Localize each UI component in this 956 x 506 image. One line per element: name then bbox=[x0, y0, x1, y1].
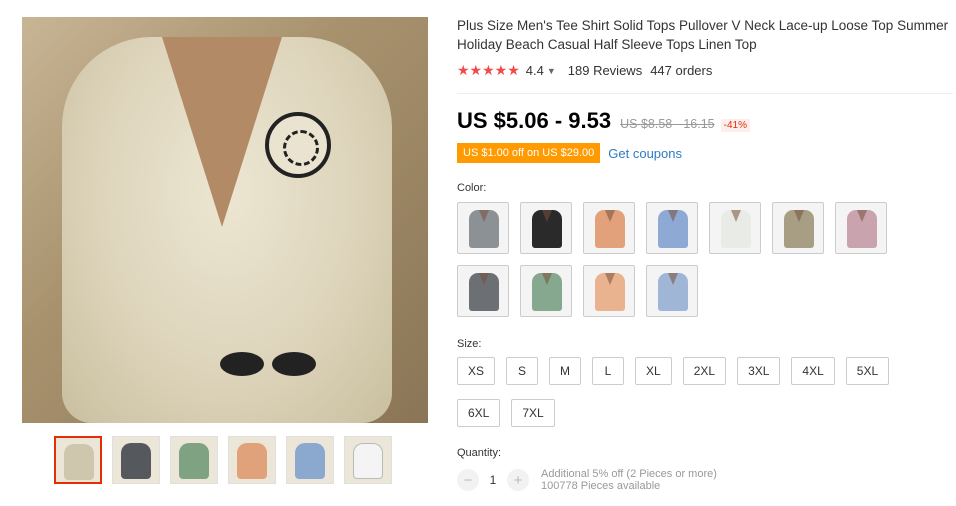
color-option-orange[interactable] bbox=[583, 202, 635, 254]
shirt-icon bbox=[469, 273, 499, 311]
shirt-icon bbox=[237, 443, 267, 479]
rating-stars-icon: ★★★★★ bbox=[457, 62, 520, 78]
bulk-discount-note: Additional 5% off (2 Pieces or more) bbox=[541, 468, 717, 480]
shirt-icon bbox=[469, 210, 499, 248]
size-option-4xl[interactable]: 4XL bbox=[791, 357, 835, 385]
current-price: US $5.06 - 9.53 bbox=[457, 108, 612, 133]
rating-value[interactable]: 4.4 bbox=[526, 63, 544, 78]
shirt-icon bbox=[295, 443, 325, 479]
v-neck-illustration bbox=[162, 37, 282, 227]
color-option-dark-gray[interactable] bbox=[457, 265, 509, 317]
shirt-icon bbox=[658, 273, 688, 311]
size-option-xs[interactable]: XS bbox=[457, 357, 496, 385]
shirt-icon bbox=[658, 210, 688, 248]
shirt-icon bbox=[847, 210, 877, 248]
shirt-icon bbox=[121, 443, 151, 479]
rating-row: ★★★★★ 4.4 ▼ 189 Reviews 447 orders bbox=[457, 62, 953, 94]
thumbnail-2[interactable] bbox=[112, 436, 160, 484]
color-label: Color: bbox=[457, 182, 487, 194]
emblem-icon bbox=[265, 112, 331, 178]
size-option-6xl[interactable]: 6XL bbox=[457, 399, 501, 427]
size-option-2xl[interactable]: 2XL bbox=[682, 357, 727, 385]
thumbnail-3[interactable] bbox=[170, 436, 218, 484]
sunglasses-icon bbox=[212, 352, 322, 382]
get-coupons-link[interactable]: Get coupons bbox=[608, 146, 682, 161]
quantity-value[interactable]: 1 bbox=[479, 473, 507, 487]
size-option-m[interactable]: M bbox=[549, 357, 582, 385]
plus-button[interactable]: + bbox=[507, 469, 529, 491]
size-option-s[interactable]: S bbox=[506, 357, 539, 385]
shirt-icon bbox=[179, 443, 209, 479]
product-info: Plus Size Men's Tee Shirt Solid Tops Pul… bbox=[457, 16, 953, 492]
chevron-down-icon[interactable]: ▼ bbox=[547, 66, 556, 76]
size-option-5xl[interactable]: 5XL bbox=[845, 357, 890, 385]
color-option-light-orange[interactable] bbox=[583, 265, 635, 317]
main-product-image[interactable] bbox=[22, 17, 428, 423]
shirt-icon bbox=[721, 210, 751, 248]
orders-count: 447 orders bbox=[650, 63, 713, 78]
color-option-blue[interactable] bbox=[646, 202, 698, 254]
color-option-gray[interactable] bbox=[457, 202, 509, 254]
size-options: XS S M L XL 2XL 3XL 4XL 5XL 6XL 7XL bbox=[457, 357, 937, 427]
quantity-label: Quantity: bbox=[457, 447, 502, 459]
thumbnail-1[interactable] bbox=[54, 436, 102, 484]
shirt-icon bbox=[595, 273, 625, 311]
price-row: US $5.06 - 9.53 US $8.58 - 16.15 -41% bbox=[457, 108, 953, 134]
size-label: Size: bbox=[457, 338, 482, 350]
quantity-info: Additional 5% off (2 Pieces or more) 100… bbox=[541, 468, 717, 492]
shirt-icon bbox=[64, 444, 94, 480]
thumbnail-4[interactable] bbox=[228, 436, 276, 484]
thumbnail-5[interactable] bbox=[286, 436, 334, 484]
shirt-icon bbox=[784, 210, 814, 248]
size-option-3xl[interactable]: 3XL bbox=[737, 357, 781, 385]
size-option-7xl[interactable]: 7XL bbox=[511, 399, 555, 427]
size-option-l[interactable]: L bbox=[592, 357, 625, 385]
original-price: US $8.58 - 16.15 bbox=[620, 117, 715, 131]
color-option-light-blue[interactable] bbox=[646, 265, 698, 317]
size-option-xl[interactable]: XL bbox=[635, 357, 672, 385]
minus-button[interactable]: − bbox=[457, 469, 479, 491]
product-title: Plus Size Men's Tee Shirt Solid Tops Pul… bbox=[457, 18, 949, 52]
thumbnail-6[interactable] bbox=[344, 436, 392, 484]
shirt-icon bbox=[532, 210, 562, 248]
quantity-stepper: − 1 + Additional 5% off (2 Pieces or mor… bbox=[457, 468, 953, 492]
color-option-white[interactable] bbox=[709, 202, 761, 254]
color-option-green[interactable] bbox=[520, 265, 572, 317]
color-option-khaki[interactable] bbox=[772, 202, 824, 254]
shirt-icon bbox=[532, 273, 562, 311]
color-option-pink[interactable] bbox=[835, 202, 887, 254]
shirt-icon bbox=[353, 443, 383, 479]
coupon-row: US $1.00 off on US $29.00 Get coupons bbox=[457, 143, 953, 163]
shirt-icon bbox=[595, 210, 625, 248]
image-gallery bbox=[22, 17, 432, 484]
color-swatches bbox=[457, 202, 897, 317]
pieces-available: 100778 Pieces available bbox=[541, 480, 661, 492]
coupon-badge: US $1.00 off on US $29.00 bbox=[457, 143, 605, 163]
reviews-link[interactable]: 189 Reviews bbox=[568, 63, 642, 78]
thumbnail-strip bbox=[22, 436, 432, 484]
discount-badge: -41% bbox=[720, 119, 750, 132]
color-option-black[interactable] bbox=[520, 202, 572, 254]
